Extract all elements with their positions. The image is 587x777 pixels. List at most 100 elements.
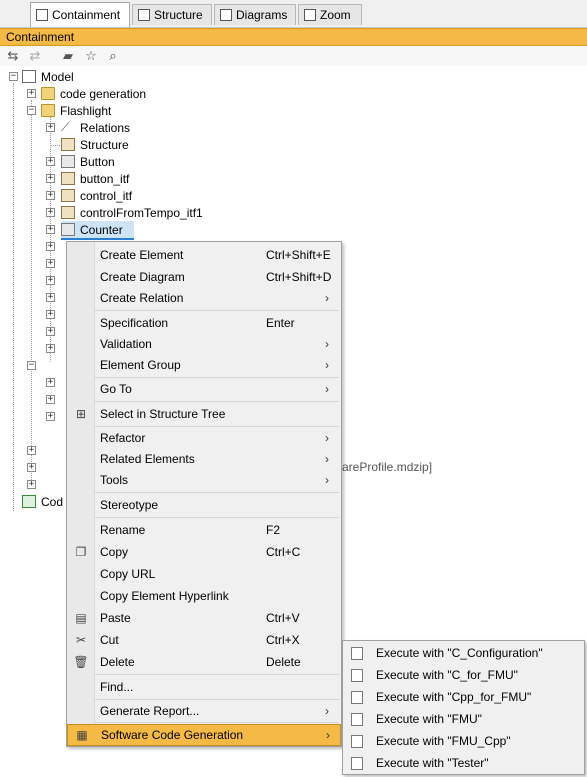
tree-toolbar: ⇆ ⇄ ▰ ☆ ⌕ xyxy=(0,46,587,66)
package-icon xyxy=(41,104,55,117)
expand-toggle[interactable]: + xyxy=(46,327,55,336)
tree-item-structure[interactable]: Structure xyxy=(61,136,129,153)
expand-toggle[interactable]: + xyxy=(46,310,55,319)
expand-toggle[interactable]: + xyxy=(46,225,55,234)
expand-toggle[interactable]: + xyxy=(46,174,55,183)
menu-item-create-element[interactable]: Create Element Ctrl+Shift+E xyxy=(67,244,341,266)
expand-toggle[interactable]: + xyxy=(46,259,55,268)
tree-item-button-itf[interactable]: button_itf xyxy=(61,170,129,187)
model-icon xyxy=(22,70,36,83)
menu-item-paste[interactable]: ▤ Paste Ctrl+V xyxy=(67,607,341,629)
menu-item-software-code-generation[interactable]: ▦ Software Code Generation › xyxy=(67,724,341,746)
collapse-toggle[interactable]: − xyxy=(27,106,36,115)
expand-toggle[interactable]: + xyxy=(46,412,55,421)
expand-toggle[interactable]: + xyxy=(46,276,55,285)
menu-item-shortcut: Ctrl+X xyxy=(266,633,300,647)
search-icon[interactable]: ⌕ xyxy=(105,48,121,64)
context-menu: Create Element Ctrl+Shift+E Create Diagr… xyxy=(66,241,342,747)
menu-item-copy[interactable]: ❐ Copy Ctrl+C xyxy=(67,541,341,563)
tree-item-code-generation[interactable]: code generation xyxy=(41,85,146,102)
diagrams-icon xyxy=(220,9,232,21)
expand-toggle[interactable]: + xyxy=(46,395,55,404)
submenu-item-tester[interactable]: Execute with "Tester" xyxy=(343,752,584,774)
menu-item-specification[interactable]: Specification Enter xyxy=(67,312,341,334)
menu-item-find[interactable]: Find... xyxy=(67,676,341,698)
submenu-arrow-icon: › xyxy=(325,452,329,466)
menu-separator xyxy=(95,722,339,723)
expand-toggle[interactable]: + xyxy=(46,378,55,387)
code-generation-icon: ▦ xyxy=(76,728,88,742)
menu-item-copy-url[interactable]: Copy URL xyxy=(67,563,341,585)
submenu-item-fmu[interactable]: Execute with "FMU" xyxy=(343,708,584,730)
tree-item-control-itf[interactable]: control_itf xyxy=(61,187,132,204)
delete-icon: 🗑 xyxy=(73,655,89,669)
tab-label: Containment xyxy=(52,8,121,22)
relations-icon: ⟋ xyxy=(61,120,70,134)
open-folder-icon[interactable]: ▰ xyxy=(60,48,76,64)
menu-item-generate-report[interactable]: Generate Report... › xyxy=(67,700,341,722)
collapse-toggle[interactable]: − xyxy=(27,361,36,370)
submenu-item-fmu-cpp[interactable]: Execute with "FMU_Cpp" xyxy=(343,730,584,752)
tree-item-flashlight[interactable]: Flashlight xyxy=(41,102,111,119)
menu-item-cut[interactable]: ✂ Cut Ctrl+X xyxy=(67,629,341,651)
menu-item-copy-element-hyperlink[interactable]: Copy Element Hyperlink xyxy=(67,585,341,607)
expand-toggle[interactable]: + xyxy=(27,89,36,98)
expand-toggle[interactable]: + xyxy=(46,157,55,166)
submenu-item-cpp-for-fmu[interactable]: Execute with "Cpp_for_FMU" xyxy=(343,686,584,708)
menu-item-tools[interactable]: Tools › xyxy=(67,469,341,491)
collapse-all-icon[interactable]: ⇆ xyxy=(5,48,21,64)
menu-item-related-elements[interactable]: Related Elements › xyxy=(67,448,341,470)
tree-item-model[interactable]: Model xyxy=(22,68,74,85)
expand-toggle[interactable]: + xyxy=(46,123,55,132)
menu-item-stereotype[interactable]: Stereotype xyxy=(67,494,341,516)
expand-toggle[interactable]: + xyxy=(27,446,36,455)
menu-item-select-in-structure-tree[interactable]: ⊞ Select in Structure Tree xyxy=(67,403,341,425)
menu-item-label: Copy URL xyxy=(100,567,156,581)
expand-toggle[interactable]: + xyxy=(46,344,55,353)
tree-item-label: Button xyxy=(80,154,115,169)
menu-item-delete[interactable]: 🗑 Delete Delete xyxy=(67,651,341,673)
tree-item-code[interactable]: Cod xyxy=(22,493,63,510)
menu-item-rename[interactable]: Rename F2 xyxy=(67,519,341,541)
menu-item-shortcut: Ctrl+Shift+E xyxy=(266,248,331,262)
menu-item-label: Validation xyxy=(100,337,152,351)
expand-toggle[interactable]: + xyxy=(46,242,55,251)
tab-structure[interactable]: Structure xyxy=(132,4,212,25)
expand-toggle[interactable]: + xyxy=(27,480,36,489)
menu-item-label: Element Group xyxy=(100,358,181,372)
tree-item-counter[interactable]: Counter xyxy=(61,221,134,240)
submenu-item-c-configuration[interactable]: Execute with "C_Configuration" xyxy=(343,642,584,664)
expand-toggle[interactable]: + xyxy=(46,293,55,302)
submenu-arrow-icon: › xyxy=(325,291,329,305)
menu-separator xyxy=(95,492,339,493)
expand-icon[interactable]: ⇄ xyxy=(27,48,43,64)
submenu-item-c-for-fmu[interactable]: Execute with "C_for_FMU" xyxy=(343,664,584,686)
tree-item-label: Flashlight xyxy=(60,103,112,118)
menu-item-element-group[interactable]: Element Group › xyxy=(67,354,341,376)
collapse-toggle[interactable]: − xyxy=(9,72,18,81)
menu-item-label: Delete xyxy=(100,655,135,669)
menu-item-validation[interactable]: Validation › xyxy=(67,333,341,355)
menu-item-create-relation[interactable]: Create Relation › xyxy=(67,287,341,309)
interface-block-icon xyxy=(61,189,75,202)
block-icon xyxy=(61,155,75,168)
menu-item-shortcut: Ctrl+Shift+D xyxy=(266,270,332,284)
menu-item-go-to[interactable]: Go To › xyxy=(67,378,341,400)
view-tab-bar: Containment Structure Diagrams Zoom xyxy=(0,0,587,28)
tab-diagrams[interactable]: Diagrams xyxy=(214,4,296,25)
expand-toggle[interactable]: + xyxy=(27,463,36,472)
expand-toggle[interactable]: + xyxy=(46,208,55,217)
star-icon[interactable]: ☆ xyxy=(83,48,99,64)
submenu-arrow-icon: › xyxy=(326,728,330,742)
expand-toggle[interactable]: + xyxy=(46,191,55,200)
tree-item-control-from-tempo[interactable]: controlFromTempo_itf1 xyxy=(61,204,203,221)
menu-item-refactor[interactable]: Refactor › xyxy=(67,427,341,449)
tab-containment[interactable]: Containment xyxy=(30,2,130,27)
code-icon xyxy=(22,495,36,508)
menu-separator xyxy=(95,517,339,518)
tree-item-button[interactable]: Button xyxy=(61,153,115,170)
menu-item-create-diagram[interactable]: Create Diagram Ctrl+Shift+D xyxy=(67,266,341,288)
tree-item-relations[interactable]: ⟋ Relations xyxy=(61,119,130,136)
tab-zoom[interactable]: Zoom xyxy=(298,4,362,25)
menu-item-shortcut: Ctrl+C xyxy=(266,545,301,559)
